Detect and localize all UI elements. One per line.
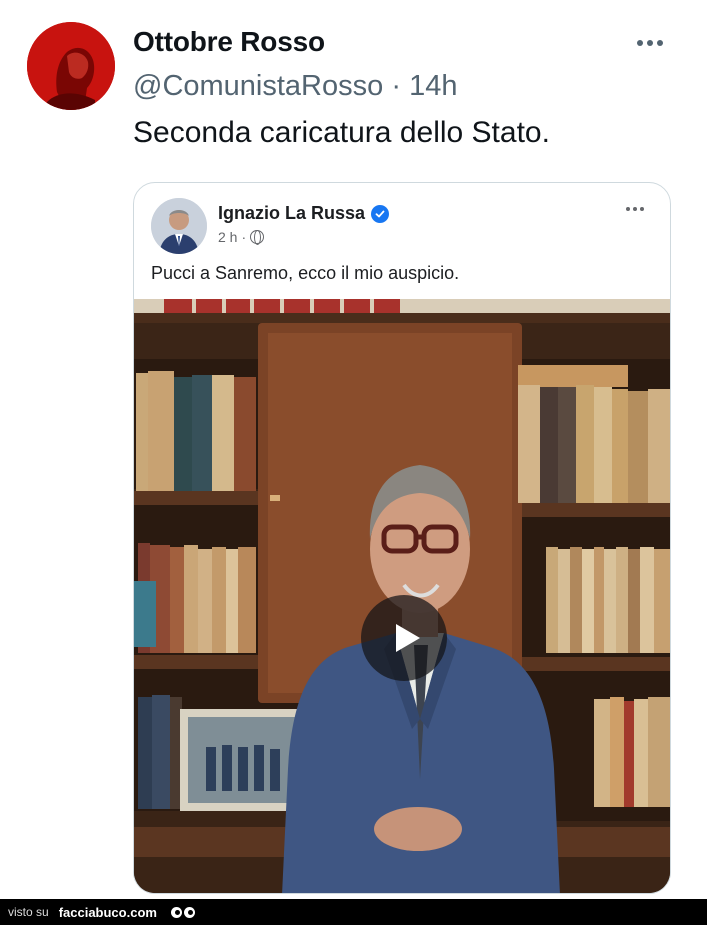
- embedded-post-card[interactable]: Ignazio La Russa 2 h · Pucci a Sanremo, …: [133, 182, 671, 894]
- embedded-meta-separator: ·: [241, 229, 247, 245]
- footer-site-label[interactable]: facciabuco.com: [59, 905, 157, 920]
- meta-separator: ·: [391, 70, 401, 102]
- tweet-meta: @ComunistaRosso · 14h: [133, 70, 457, 103]
- embedded-author-name-text: Ignazio La Russa: [218, 203, 366, 223]
- tweet-author-name[interactable]: Ottobre Rosso: [133, 26, 325, 58]
- tweet-time[interactable]: 14h: [409, 70, 457, 102]
- embedded-post-meta: 2 h ·: [218, 229, 265, 245]
- tweet-handle[interactable]: @ComunistaRosso: [133, 70, 383, 102]
- play-button[interactable]: [361, 595, 447, 681]
- red-portrait-avatar: [27, 22, 115, 110]
- globe-icon: [250, 230, 265, 245]
- footer-visto-label: visto su: [8, 905, 49, 919]
- tweet-author-avatar[interactable]: [27, 22, 115, 110]
- embedded-author-name[interactable]: Ignazio La Russa: [218, 203, 390, 224]
- video-player[interactable]: [134, 299, 670, 893]
- tweet-text: Seconda caricatura dello Stato.: [133, 116, 550, 149]
- embedded-post-text: Pucci a Sanremo, ecco il mio auspicio.: [151, 263, 460, 283]
- embedded-post-time[interactable]: 2 h: [218, 229, 237, 245]
- play-icon: [396, 624, 420, 652]
- watermark-footer: visto su facciabuco.com: [0, 899, 707, 925]
- embedded-more-icon[interactable]: [626, 207, 644, 211]
- eyes-logo-icon: [170, 906, 195, 918]
- embedded-author-avatar[interactable]: [151, 198, 207, 254]
- more-horizontal-icon[interactable]: [630, 30, 670, 56]
- verified-badge-icon: [371, 204, 390, 223]
